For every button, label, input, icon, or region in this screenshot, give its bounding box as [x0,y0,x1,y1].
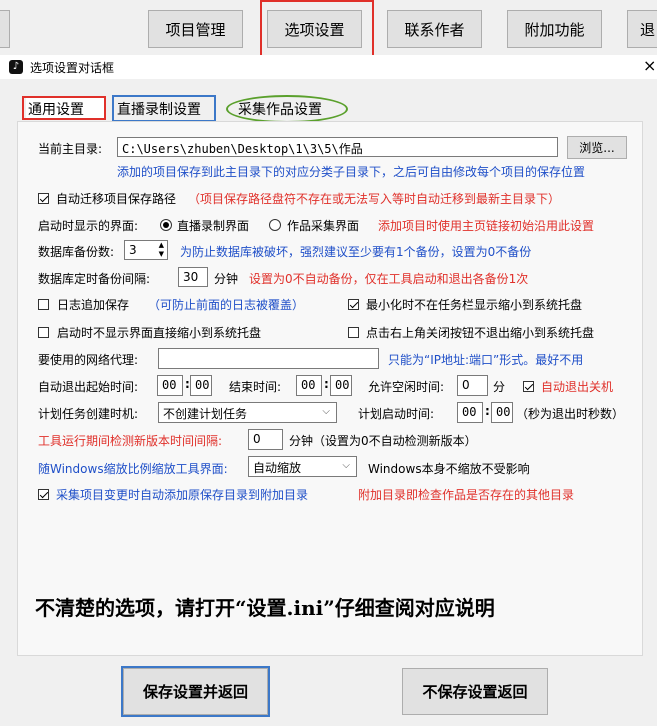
task-start-minute[interactable]: 00 [491,402,513,423]
contact-author-button[interactable]: 联系作者 [387,10,482,48]
backup-count-label: 数据库备份数: [38,245,115,259]
startup-hint: 添加项目时使用主页链接初始沿用此设置 [378,219,595,233]
auto-migrate-label: 自动迁移项目保存路径 [56,192,177,206]
proxy-input[interactable] [158,348,379,369]
log-append-checkbox[interactable] [38,297,49,311]
win-scale-label: 随Windows缩放比例缩放工具界面: [38,462,228,476]
backup-count-hint: 为防止数据库被破坏，强烈建议至少要有1个备份，设置为0不备份 [180,245,532,259]
collect-change-label: 采集项目变更时自动添加原保存目录到附加目录 [56,488,309,502]
task-start-hint: （秒为退出时秒数） [516,407,625,421]
task-start-label: 计划启动时间: [358,407,435,421]
win-scale-value: 自动缩放 [253,461,302,475]
chevron-down-icon: ⌵ [342,460,350,471]
end-time-label: 结束时间: [229,380,282,394]
proxy-label: 要使用的网络代理: [38,353,139,367]
win-scale-select[interactable]: 自动缩放 ⌵ [248,456,357,477]
auto-exit-start-minute[interactable]: 00 [190,375,212,396]
backup-count-value: 3 [129,243,137,257]
task-create-value: 不创建计划任务 [163,407,248,421]
start-tray-label: 启动时不显示界面直接缩小到系统托盘 [57,326,262,340]
close-icon[interactable]: × [643,56,656,75]
startup-radio-live[interactable] [160,217,172,231]
end-hour[interactable]: 00 [296,375,322,396]
task-start-hour[interactable]: 00 [457,402,483,423]
tab-live-record-highlight [112,95,216,122]
tab-general-highlight [22,96,106,120]
auto-migrate-checkbox[interactable] [38,191,49,205]
log-append-label: 日志追加保存 [57,298,130,312]
tab-collect-highlight [226,95,348,123]
auto-shutdown-checkbox[interactable] [523,379,534,393]
check-version-label: 工具运行期间检测新版本时间间隔: [38,434,223,448]
idle-label: 允许空闲时间: [368,380,445,394]
chevron-down-icon: ⌵ [322,406,330,417]
startup-radio-collect[interactable] [269,217,281,231]
win-scale-hint: Windows本身不缩放不受影响 [368,462,530,476]
time-colon: : [324,377,329,391]
idle-input[interactable]: 0 [457,375,488,396]
exit-button[interactable]: 退 [627,10,657,48]
startup-radio-live-label: 直播录制界面 [177,219,250,233]
backup-interval-input[interactable]: 30 [178,267,208,287]
help-notice: 不清楚的选项，请打开“设置.ini”仔细查阅对应说明 [35,596,495,620]
topnav-left-edge [0,10,10,48]
dialog-titlebar: ♪ 选项设置对话框 × [0,55,657,79]
browse-button[interactable]: 浏览... [567,136,627,159]
spinner-arrows-icon[interactable]: ▲ ▼ [159,241,164,259]
log-append-hint: （可防止前面的日志被覆盖） [148,298,305,312]
backup-interval-hint: 设置为0不自动备份，仅在工具启动和退出各备份1次 [249,272,529,286]
backup-count-spinner[interactable]: 3 ▲ ▼ [124,240,168,260]
dialog-title: 选项设置对话框 [30,61,115,75]
task-create-select[interactable]: 不创建计划任务 ⌵ [158,402,337,423]
nosave-return-button[interactable]: 不保存设置返回 [402,668,548,715]
task-create-label: 计划任务创建时机: [38,407,139,421]
main-dir-input[interactable]: C:\Users\zhuben\Desktop\1\3\5\作品 [117,137,558,157]
startup-view-label: 启动时显示的界面: [38,219,139,233]
proxy-hint: 只能为“IP地址:端口”形式。最好不用 [388,353,584,367]
auto-migrate-hint: （项目保存路径盘符不存在或无法写入等时自动迁移到最新主目录下） [188,192,561,206]
collect-change-checkbox[interactable] [38,487,49,501]
auto-exit-start-label: 自动退出起始时间: [38,380,139,394]
check-version-input[interactable]: 0 [248,429,283,450]
extra-functions-button[interactable]: 附加功能 [507,10,602,48]
main-dir-hint: 添加的项目保存到此主目录下的对应分类子目录下，之后可自由修改每个项目的保存位置 [117,165,586,179]
project-manage-button[interactable]: 项目管理 [148,10,243,48]
auto-exit-start-hour[interactable]: 00 [157,375,183,396]
start-tray-checkbox[interactable] [38,325,49,339]
close-tray-label: 点击右上角关闭按钮不退出缩小到系统托盘 [366,326,595,340]
save-return-highlight [121,666,270,717]
nosave-return-label: 不保存设置返回 [422,683,528,701]
collect-change-hint: 附加目录即检查作品是否存在的其他目录 [358,488,575,502]
end-minute[interactable]: 00 [330,375,352,396]
minimize-tray-checkbox[interactable] [348,297,359,311]
backup-interval-unit: 分钟 [214,272,239,286]
close-tray-checkbox[interactable] [348,325,359,339]
app-icon: ♪ [9,60,23,74]
check-version-hint: 分钟（设置为0不自动检测新版本） [289,434,477,448]
startup-radio-collect-label: 作品采集界面 [287,219,360,233]
backup-interval-label: 数据库定时备份间隔: [38,272,151,286]
option-settings-highlight [260,0,374,57]
idle-unit: 分 [493,380,506,394]
auto-shutdown-label: 自动退出关机 [541,380,614,394]
main-dir-label: 当前主目录: [38,142,103,156]
time-colon: : [485,404,490,418]
minimize-tray-label: 最小化时不在任务栏显示缩小到系统托盘 [366,298,583,312]
